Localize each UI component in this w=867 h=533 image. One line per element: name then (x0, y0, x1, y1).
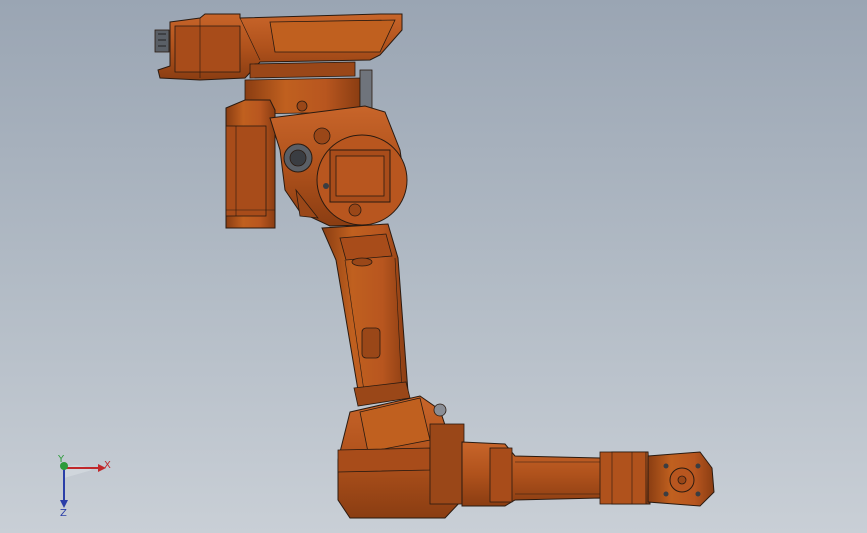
3d-viewport[interactable]: X Y Z (0, 0, 867, 533)
coordinate-triad: X Y Z (57, 454, 111, 519)
z-axis-label: Z (60, 508, 67, 519)
robot-model-drawing[interactable]: X Y Z (0, 0, 867, 533)
elbow-housing[interactable] (337, 395, 465, 519)
x-axis-label: X (104, 460, 111, 471)
wrist-flange[interactable] (647, 451, 715, 507)
y-axis-label: Y (57, 454, 65, 465)
shoulder-joint[interactable] (269, 105, 408, 227)
axis1-motor[interactable] (225, 99, 276, 229)
upper-arm[interactable] (321, 223, 411, 407)
robot-base[interactable] (154, 13, 403, 115)
forearm[interactable] (461, 441, 651, 507)
